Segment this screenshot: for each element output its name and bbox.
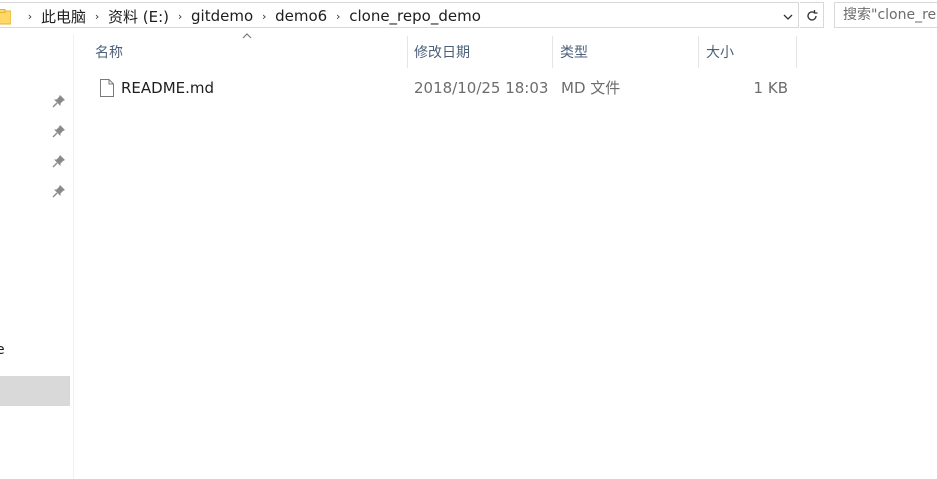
breadcrumb-drive-e[interactable]: 资料 (E:) [108, 6, 169, 27]
column-header-size-label: 大小 [706, 45, 734, 61]
breadcrumb: › 此电脑 › 资料 (E:) › gitdemo › demo6 › clon… [19, 3, 481, 29]
column-header-date-label: 修改日期 [414, 45, 470, 61]
search-box[interactable] [834, 2, 937, 28]
file-size: 1 KB [753, 79, 788, 97]
breadcrumb-gitdemo[interactable]: gitdemo [191, 7, 253, 25]
search-input[interactable] [835, 3, 937, 27]
pin-icon[interactable] [52, 94, 66, 108]
chevron-right-icon[interactable]: › [19, 10, 41, 23]
chevron-right-icon[interactable]: › [86, 10, 108, 23]
column-divider[interactable] [407, 36, 408, 68]
pane-splitter[interactable] [73, 34, 74, 479]
breadcrumb-this-pc[interactable]: 此电脑 [41, 6, 86, 27]
column-header-type[interactable]: 类型 [560, 36, 698, 68]
list-item[interactable]: README.md 2018/10/25 18:03 MD 文件 1 KB [90, 76, 802, 100]
column-header-name[interactable]: 名称 [95, 36, 407, 68]
folder-icon [0, 9, 11, 25]
column-header-type-label: 类型 [560, 45, 588, 61]
breadcrumb-demo6[interactable]: demo6 [275, 7, 327, 25]
column-divider[interactable] [796, 36, 797, 68]
navigation-pane: e [0, 34, 72, 479]
address-bar[interactable]: › 此电脑 › 资料 (E:) › gitdemo › demo6 › clon… [0, 2, 799, 28]
column-divider[interactable] [552, 36, 553, 68]
chevron-right-icon[interactable]: › [253, 10, 275, 23]
column-header-date[interactable]: 修改日期 [414, 36, 552, 68]
chevron-down-icon[interactable] [781, 10, 795, 24]
column-divider[interactable] [698, 36, 699, 68]
pin-icon[interactable] [52, 124, 66, 138]
column-header-size[interactable]: 大小 [706, 36, 796, 68]
chevron-right-icon[interactable]: › [327, 10, 349, 23]
chevron-right-icon[interactable]: › [169, 10, 191, 23]
nav-item-selected[interactable] [0, 376, 70, 406]
file-type: MD 文件 [561, 79, 621, 97]
file-icon [100, 79, 114, 97]
column-header-name-label: 名称 [95, 45, 123, 61]
file-name: README.md [121, 79, 215, 97]
file-date-modified: 2018/10/25 18:03 [414, 79, 549, 97]
breadcrumb-clone-repo-demo[interactable]: clone_repo_demo [349, 7, 481, 25]
pin-icon[interactable] [52, 184, 66, 198]
nav-item-label[interactable]: e [0, 342, 5, 358]
refresh-button[interactable] [800, 2, 824, 28]
pin-icon[interactable] [52, 154, 66, 168]
address-bar-row: › 此电脑 › 资料 (E:) › gitdemo › demo6 › clon… [0, 0, 937, 32]
refresh-icon [807, 10, 818, 21]
